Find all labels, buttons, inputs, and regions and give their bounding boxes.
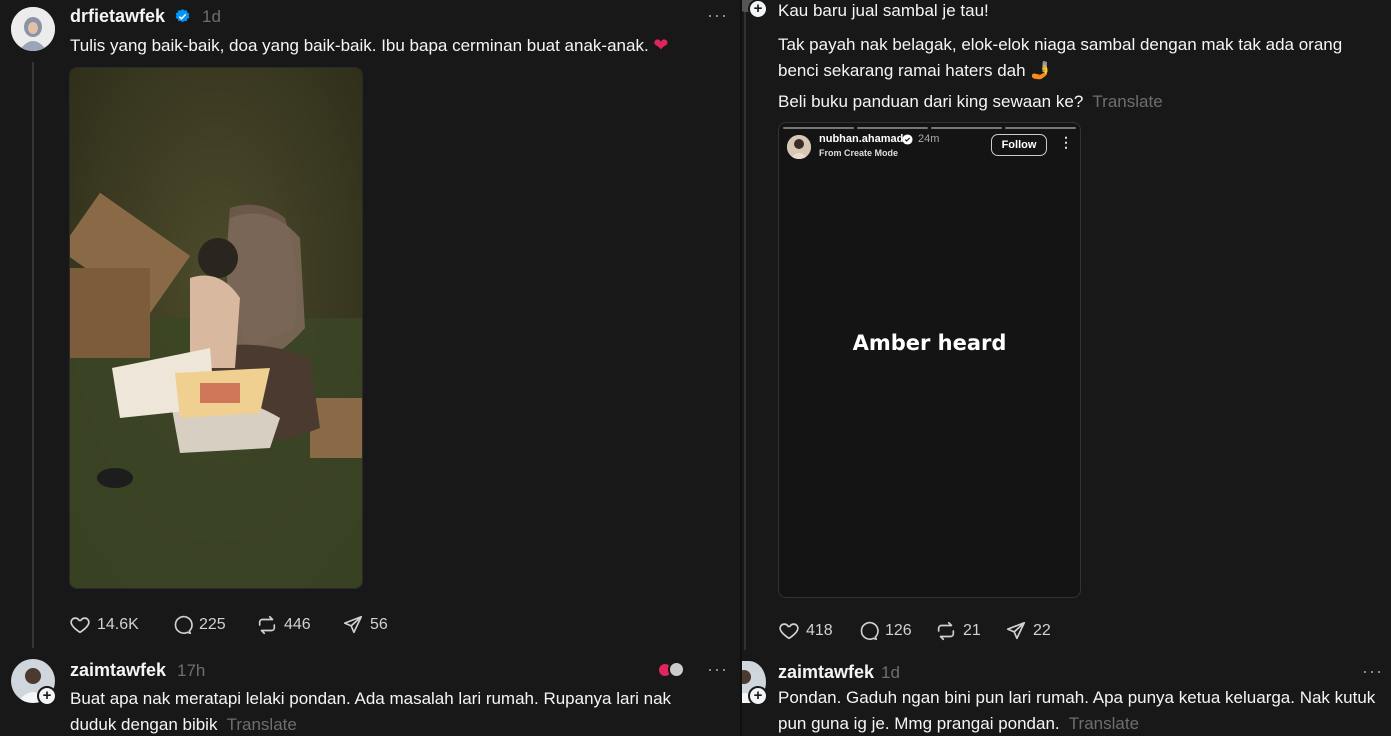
post-text-paragraph: Tak payah nak belagak, elok-elok niaga s… bbox=[778, 32, 1342, 84]
share-count: 22 bbox=[1033, 622, 1051, 639]
plus-icon[interactable]: + bbox=[37, 686, 57, 706]
share-action[interactable]: 56 bbox=[342, 614, 388, 636]
share-count: 56 bbox=[370, 616, 388, 633]
post-time: 1d bbox=[202, 7, 221, 26]
translate-link[interactable]: Translate bbox=[1069, 714, 1139, 733]
heart-icon bbox=[779, 623, 799, 640]
story-caption: Amber heard bbox=[852, 331, 1007, 355]
thread-line bbox=[744, 0, 746, 650]
reply-text-line2: duduk dengan bibik Translate bbox=[70, 712, 671, 736]
post-text-line1: Kau baru jual sambal je tau! bbox=[778, 1, 989, 20]
like-action[interactable]: 14.6K bbox=[69, 614, 139, 636]
translate-link[interactable]: Translate bbox=[1092, 92, 1162, 111]
like-action[interactable]: 418 bbox=[778, 620, 833, 642]
embed-avatar[interactable] bbox=[787, 135, 811, 159]
comment-icon bbox=[860, 621, 879, 641]
post-text-line4: Beli buku panduan dari king sewaan ke? T… bbox=[778, 89, 1163, 115]
reply-time: 1d bbox=[881, 663, 900, 682]
heart-icon bbox=[70, 617, 90, 634]
embedded-story[interactable]: nubhan.ahamad 24m From Create Mode Follo… bbox=[778, 122, 1081, 598]
repost-action[interactable]: 21 bbox=[935, 620, 981, 642]
repost-icon bbox=[258, 615, 276, 635]
share-icon bbox=[1006, 621, 1026, 640]
reply-text: Buat apa nak meratapi lelaki pondan. Ada… bbox=[70, 686, 671, 736]
post-photo[interactable] bbox=[69, 67, 363, 589]
post-text-line2: Tak payah nak belagak, elok-elok niaga s… bbox=[778, 35, 1343, 54]
reply-more-icon[interactable]: ··· bbox=[1362, 661, 1383, 682]
comment-action[interactable]: 225 bbox=[171, 614, 226, 636]
post-text: Tulis yang baik-baik, doa yang baik-baik… bbox=[70, 32, 669, 59]
share-icon bbox=[343, 615, 363, 634]
reply-username[interactable]: zaimtawfek bbox=[778, 662, 874, 683]
embed-username[interactable]: nubhan.ahamad bbox=[819, 133, 903, 145]
post-text-content: Tulis yang baik-baik, doa yang baik-baik… bbox=[70, 36, 649, 55]
post-text-line3: benci sekarang ramai haters dah 🤳 bbox=[778, 58, 1342, 84]
post-text-line4-content: Beli buku panduan dari king sewaan ke? bbox=[778, 92, 1084, 111]
post-text-line3-content: benci sekarang ramai haters dah bbox=[778, 61, 1026, 80]
thread-line bbox=[32, 62, 34, 648]
reply-text-line2-content: duduk dengan bibik bbox=[70, 715, 218, 734]
more-icon[interactable]: ··· bbox=[707, 5, 728, 26]
embed-more-icon[interactable]: ⋮ bbox=[1059, 134, 1073, 151]
right-thread-panel: + Kau baru jual sambal je tau! Tak payah… bbox=[742, 0, 1391, 736]
repost-action[interactable]: 446 bbox=[256, 614, 311, 636]
post-username[interactable]: drfietawfek bbox=[70, 6, 165, 27]
repost-count: 446 bbox=[284, 616, 311, 633]
comment-icon bbox=[174, 615, 193, 635]
repost-count: 21 bbox=[963, 622, 981, 639]
left-thread-panel: drfietawfek 1d ··· Tulis yang baik-baik,… bbox=[0, 0, 740, 736]
comment-count: 225 bbox=[199, 616, 226, 633]
heart-emoji: ❤ bbox=[653, 35, 669, 55]
follow-button[interactable]: Follow bbox=[991, 134, 1047, 156]
liked-by-author-icon bbox=[659, 661, 685, 679]
reply-text-line2: pun guna ig je. Mmg prangai pondan. Tran… bbox=[778, 711, 1388, 736]
reply-username[interactable]: zaimtawfek bbox=[70, 660, 166, 681]
plus-icon[interactable]: + bbox=[748, 686, 768, 706]
comment-count: 126 bbox=[885, 622, 912, 639]
like-count: 418 bbox=[806, 622, 833, 639]
story-progress-bars bbox=[783, 127, 1076, 129]
repost-icon bbox=[937, 621, 955, 641]
drfietawfek-avatar[interactable] bbox=[11, 7, 55, 51]
comment-action[interactable]: 126 bbox=[857, 620, 912, 642]
like-count: 14.6K bbox=[97, 616, 139, 633]
verified-icon bbox=[902, 134, 913, 145]
reply-text: Pondan. Gaduh ngan bini pun lari rumah. … bbox=[778, 685, 1388, 736]
embed-mode: From Create Mode bbox=[819, 148, 899, 158]
reply-time: 17h bbox=[177, 661, 206, 680]
reply-text-line1: Pondan. Gaduh ngan bini pun lari rumah. … bbox=[778, 688, 1376, 707]
reply-more-icon[interactable]: ··· bbox=[707, 659, 728, 680]
reply-text-line2-content: pun guna ig je. Mmg prangai pondan. bbox=[778, 714, 1060, 733]
share-action[interactable]: 22 bbox=[1005, 620, 1051, 642]
verified-icon bbox=[175, 9, 190, 23]
translate-link[interactable]: Translate bbox=[227, 715, 297, 734]
reply-text-line1: Buat apa nak meratapi lelaki pondan. Ada… bbox=[70, 689, 672, 708]
embed-time: 24m bbox=[918, 133, 940, 145]
hand-emoji: 🤳 bbox=[1030, 61, 1052, 80]
plus-icon[interactable]: + bbox=[748, 0, 768, 19]
